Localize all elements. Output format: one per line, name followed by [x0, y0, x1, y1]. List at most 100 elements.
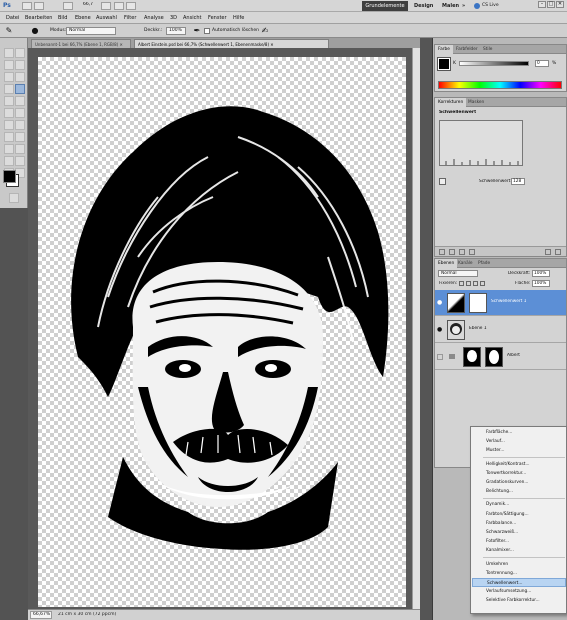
- lock-all-icon[interactable]: [480, 281, 485, 286]
- menu-item[interactable]: Kanalmixer...: [472, 546, 566, 555]
- menu-hilfe[interactable]: Hilfe: [233, 12, 244, 24]
- layer-mask-thumbnail[interactable]: [469, 293, 487, 313]
- menu-item[interactable]: Tontrennung...: [472, 569, 566, 578]
- menu-filter[interactable]: Filter: [124, 12, 136, 24]
- eyedropper-tool[interactable]: [15, 72, 25, 82]
- tab-masken[interactable]: Masken: [465, 98, 487, 107]
- eraser-tool[interactable]: [4, 108, 14, 118]
- menu-item[interactable]: Farbfläche...: [472, 428, 566, 437]
- layer-opacity-input[interactable]: 100%: [532, 270, 550, 277]
- menu-item[interactable]: Verlaufsumsetzung...: [472, 587, 566, 596]
- menu-item[interactable]: Helligkeit/Kontrast...: [472, 460, 566, 469]
- menu-datei[interactable]: Datei: [6, 12, 19, 24]
- minibridge-icon[interactable]: [34, 2, 44, 10]
- brush-picker-icon[interactable]: ●: [30, 26, 40, 36]
- tab-farbe[interactable]: Farbe: [435, 45, 453, 54]
- hand-tool-icon[interactable]: [63, 2, 73, 10]
- maximize-button[interactable]: □: [547, 1, 555, 8]
- tab-farbfelder[interactable]: Farbfelder: [453, 45, 481, 54]
- menu-item[interactable]: Umkehren: [472, 560, 566, 569]
- pen-tool[interactable]: [4, 132, 14, 142]
- clip-layer-icon[interactable]: [439, 178, 446, 185]
- eraser-preset-icon[interactable]: ✎: [4, 26, 14, 36]
- lasso-tool[interactable]: [4, 60, 14, 70]
- menu-bild[interactable]: Bild: [58, 12, 67, 24]
- workspace-painting[interactable]: Malen: [442, 1, 459, 11]
- expand-icon[interactable]: [449, 249, 455, 255]
- k-value-input[interactable]: 0: [535, 60, 549, 67]
- menu-item[interactable]: Farbbalance...: [472, 519, 566, 528]
- reset-icon[interactable]: [545, 249, 551, 255]
- opacity-input[interactable]: 100%: [166, 27, 186, 35]
- menu-auswahl[interactable]: Auswahl: [96, 12, 117, 24]
- close-button[interactable]: ✕: [556, 1, 564, 8]
- menu-item[interactable]: Farbton/Sättigung...: [472, 510, 566, 519]
- arrange-documents-icon[interactable]: [114, 2, 124, 10]
- visibility-icon[interactable]: [469, 249, 475, 255]
- visibility-eye-icon[interactable]: ●: [437, 299, 442, 306]
- menu-ansicht[interactable]: Ansicht: [183, 12, 201, 24]
- color-spectrum-bar[interactable]: [438, 81, 562, 89]
- foreground-color-swatch[interactable]: [3, 170, 16, 183]
- dodge-tool[interactable]: [15, 120, 25, 130]
- status-zoom-field[interactable]: 66,67%: [30, 611, 52, 619]
- tab-unbenannt[interactable]: Unbenannt-1 bei 66,7% (Ebene 1, RGB/8) ✕: [31, 39, 131, 48]
- blur-tool[interactable]: [4, 120, 14, 130]
- layer-row-albert[interactable]: Albert: [435, 344, 566, 370]
- k-slider[interactable]: [459, 61, 529, 66]
- brush-tool[interactable]: [15, 84, 25, 94]
- blend-mode-select[interactable]: Normal: [438, 270, 478, 277]
- cs-live-button[interactable]: CS Live: [482, 1, 499, 11]
- 3d-rotate-tool[interactable]: [4, 156, 14, 166]
- fill-input[interactable]: 100%: [532, 280, 550, 287]
- tab-albert-einstein[interactable]: Albert Einstein.psd bei 66,7% (Schwellen…: [134, 39, 329, 48]
- quick-mask-button[interactable]: [9, 193, 19, 203]
- airbrush-icon[interactable]: ✒: [192, 26, 202, 36]
- back-icon[interactable]: [439, 249, 445, 255]
- lock-position-icon[interactable]: [473, 281, 478, 286]
- menu-item[interactable]: Selektive Farbkorrektur...: [472, 596, 566, 605]
- gradient-tool[interactable]: [15, 108, 25, 118]
- foreground-swatch[interactable]: [437, 57, 451, 71]
- menu-item[interactable]: Gradationskurven...: [472, 478, 566, 487]
- tab-stile[interactable]: Stile: [480, 45, 495, 54]
- type-tool[interactable]: [15, 132, 25, 142]
- menu-item[interactable]: Fotofilter...: [472, 537, 566, 546]
- threshold-value-input[interactable]: 128: [511, 178, 525, 185]
- screen-mode-icon[interactable]: [126, 2, 136, 10]
- 3d-camera-tool[interactable]: [15, 156, 25, 166]
- menu-fenster[interactable]: Fenster: [208, 12, 227, 24]
- history-brush-tool[interactable]: [15, 96, 25, 106]
- vertical-scrollbar[interactable]: [412, 48, 420, 609]
- workspace-essentials[interactable]: Grundelemente: [362, 1, 408, 11]
- menu-3d[interactable]: 3D: [170, 12, 177, 24]
- clone-stamp-tool[interactable]: [4, 96, 14, 106]
- mode-select[interactable]: Normal: [66, 27, 116, 35]
- layer-row-schwellenwert[interactable]: ● Schwellenwert 1: [435, 290, 566, 316]
- bridge-icon[interactable]: [22, 2, 32, 10]
- tablet-pressure-icon[interactable]: ✍: [260, 26, 270, 36]
- visibility-eye-icon[interactable]: ●: [437, 326, 442, 333]
- document-canvas[interactable]: [38, 57, 406, 607]
- workspace-design[interactable]: Design: [414, 1, 433, 11]
- shape-tool[interactable]: [15, 144, 25, 154]
- minimize-button[interactable]: –: [538, 1, 546, 8]
- menu-item[interactable]: Dynamik...: [472, 500, 566, 509]
- menu-item[interactable]: Tonwertkorrektur...: [472, 469, 566, 478]
- lock-transparency-icon[interactable]: [459, 281, 464, 286]
- move-tool[interactable]: [4, 48, 14, 58]
- menu-item[interactable]: Schwellenwert...: [472, 578, 566, 588]
- hidden-visibility-box[interactable]: [437, 354, 443, 360]
- tab-ebenen[interactable]: Ebenen: [435, 259, 458, 268]
- tab-pfade[interactable]: Pfade: [475, 259, 493, 268]
- marquee-tool[interactable]: [15, 48, 25, 58]
- view-extras-icon[interactable]: [101, 2, 111, 10]
- layer-mask-thumbnail[interactable]: [485, 347, 503, 367]
- healing-brush-tool[interactable]: [4, 84, 14, 94]
- zoom-level-widget[interactable]: 66,7: [83, 2, 93, 7]
- quick-select-tool[interactable]: [15, 60, 25, 70]
- path-select-tool[interactable]: [4, 144, 14, 154]
- menu-item[interactable]: Verlauf...: [472, 437, 566, 446]
- menu-item[interactable]: Schwarzweiß...: [472, 528, 566, 537]
- tab-korrekturen[interactable]: Korrekturen: [435, 98, 467, 107]
